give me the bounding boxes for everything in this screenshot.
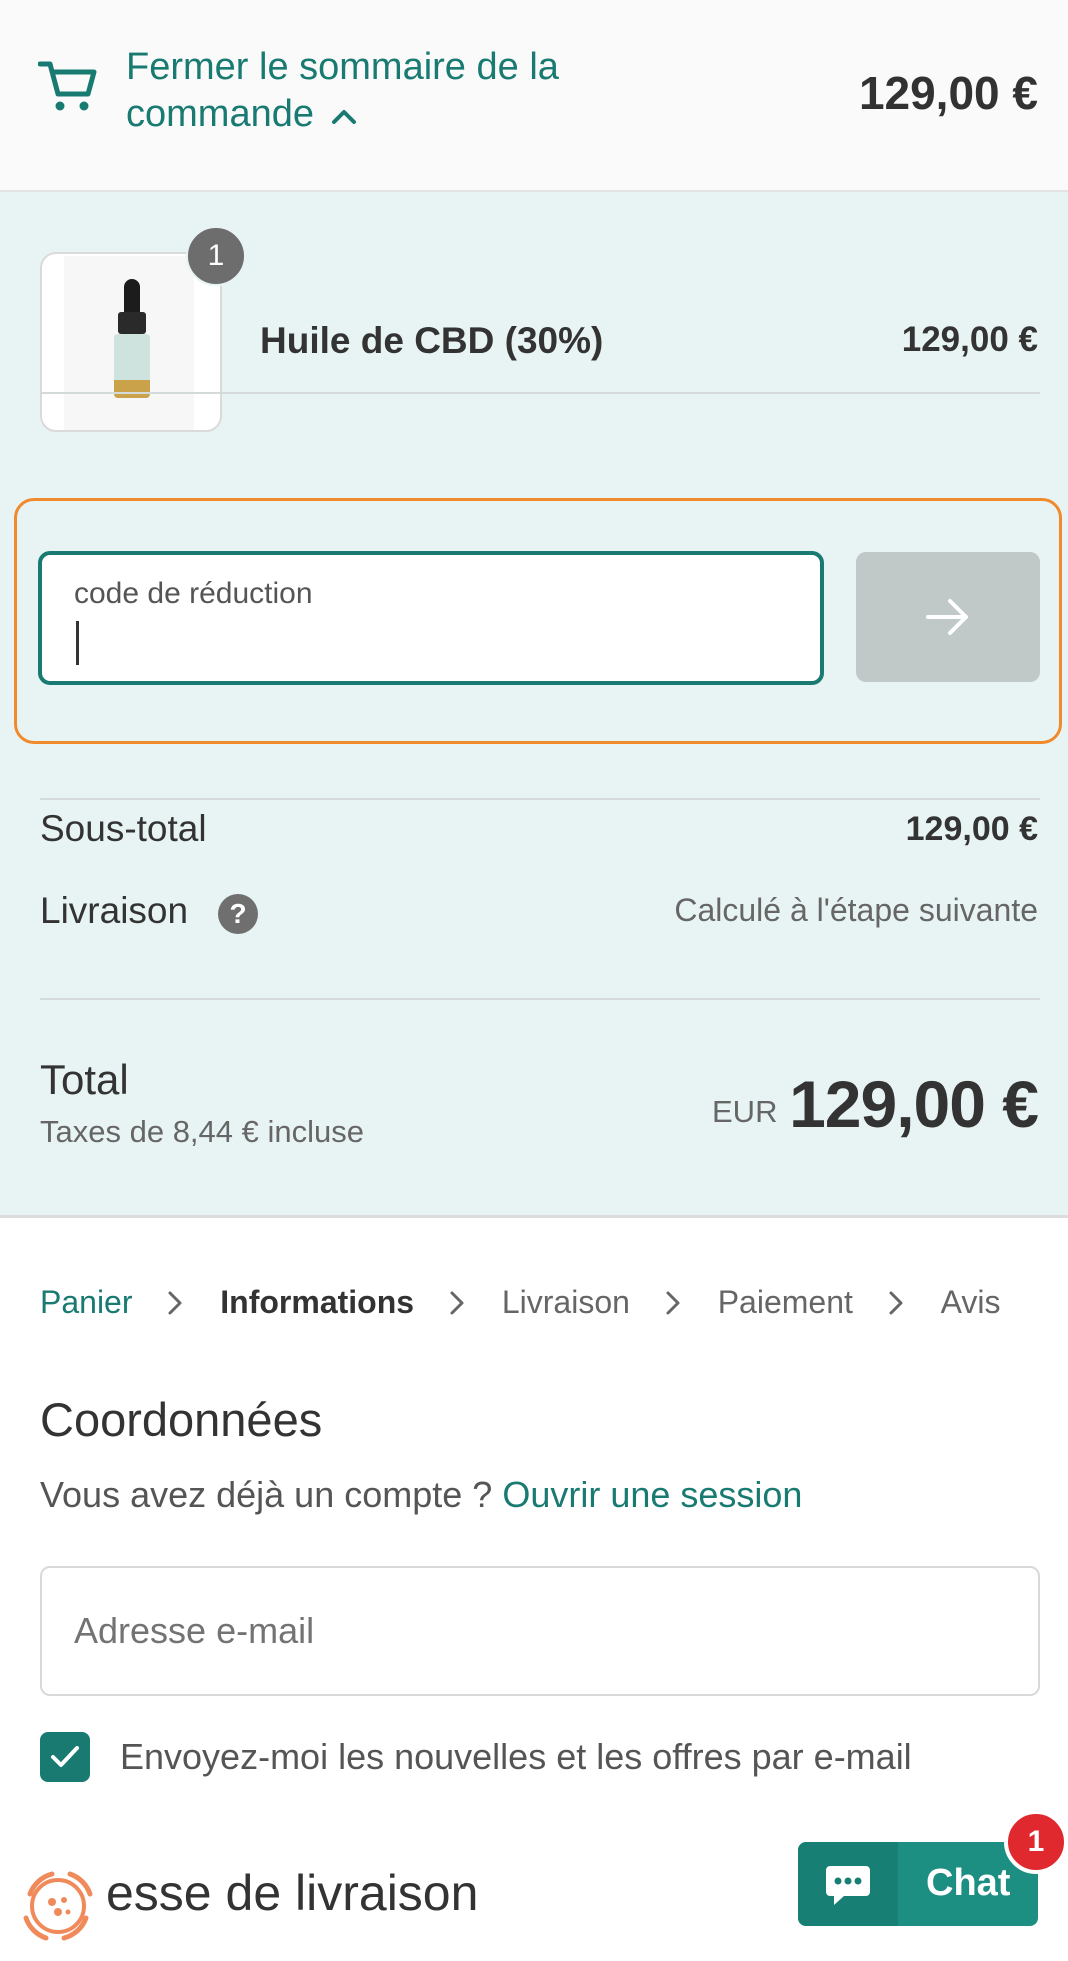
chevron-right-icon [889,1291,903,1315]
chevron-up-icon [331,109,356,124]
chat-bubble-icon [826,1866,870,1905]
contact-section-title: Coordonnées [40,1393,323,1446]
chevron-right-icon [450,1291,464,1315]
breadcrumb-cart[interactable]: Panier [40,1284,133,1320]
product-price: 129,00 € [901,320,1038,359]
floating-logo-icon[interactable] [16,1864,100,1948]
chevron-right-icon [666,1291,680,1315]
email-input[interactable] [40,1566,1040,1696]
shipping-address-title: esse de livraison [106,1865,479,1921]
checkmark-icon [51,1746,79,1767]
bottle-cap [124,279,140,315]
chat-button[interactable]: Chat [798,1842,1038,1926]
summary-toggle-total: 129,00 € [858,67,1038,119]
discount-code-label: code de réduction [74,577,313,610]
breadcrumb-payment: Paiement [717,1284,853,1321]
quantity-badge: 1 [186,226,246,286]
divider [40,798,1040,800]
discount-code-field[interactable]: code de réduction [38,551,824,685]
login-link[interactable]: Ouvrir une session [502,1474,802,1515]
product-thumbnail [40,252,222,432]
account-prompt: Vous avez déjà un compte ? Ouvrir une se… [40,1474,802,1516]
chat-icon-container [798,1842,898,1926]
chat-label: Chat [926,1862,1011,1904]
total-label: Total [40,1056,129,1103]
question-icon[interactable]: ? [218,894,258,934]
order-summary-toggle-label[interactable]: Fermer le sommaire de la commande [126,44,626,138]
apply-discount-button[interactable] [856,552,1040,682]
subtotal-label: Sous-total [40,808,207,849]
breadcrumb-shipping: Livraison [501,1284,630,1321]
subtotal-value: 129,00 € [905,810,1038,848]
shipping-value: Calculé à l'étape suivante [674,892,1038,928]
chat-notification-badge: 1 [1004,1810,1068,1874]
shipping-label: Livraison [40,890,189,931]
tax-note: Taxes de 8,44 € incluse [40,1114,364,1149]
divider [40,392,1040,394]
breadcrumb: Panier Informations Livraison Paiement A… [40,1282,1001,1321]
currency-code: EUR [712,1094,778,1129]
breadcrumb-review: Avis [940,1284,1001,1321]
text-caret [76,621,79,665]
bottle-neck [118,312,146,334]
cart-icon [38,61,97,111]
newsletter-checkbox[interactable] [40,1732,90,1782]
order-summary-toggle[interactable]: Fermer le sommaire de la commande 129,00… [0,0,1068,192]
grand-total: 129,00 € [789,1067,1039,1141]
chevron-right-icon [168,1291,182,1315]
newsletter-label[interactable]: Envoyez-moi les nouvelles et les offres … [120,1736,912,1778]
breadcrumb-information: Informations [220,1284,415,1321]
arrow-right-icon [926,599,968,635]
product-name: Huile de CBD (30%) [260,320,604,361]
bottle-oil [114,380,150,398]
divider [40,998,1040,1000]
account-prompt-text: Vous avez déjà un compte ? [40,1474,493,1515]
